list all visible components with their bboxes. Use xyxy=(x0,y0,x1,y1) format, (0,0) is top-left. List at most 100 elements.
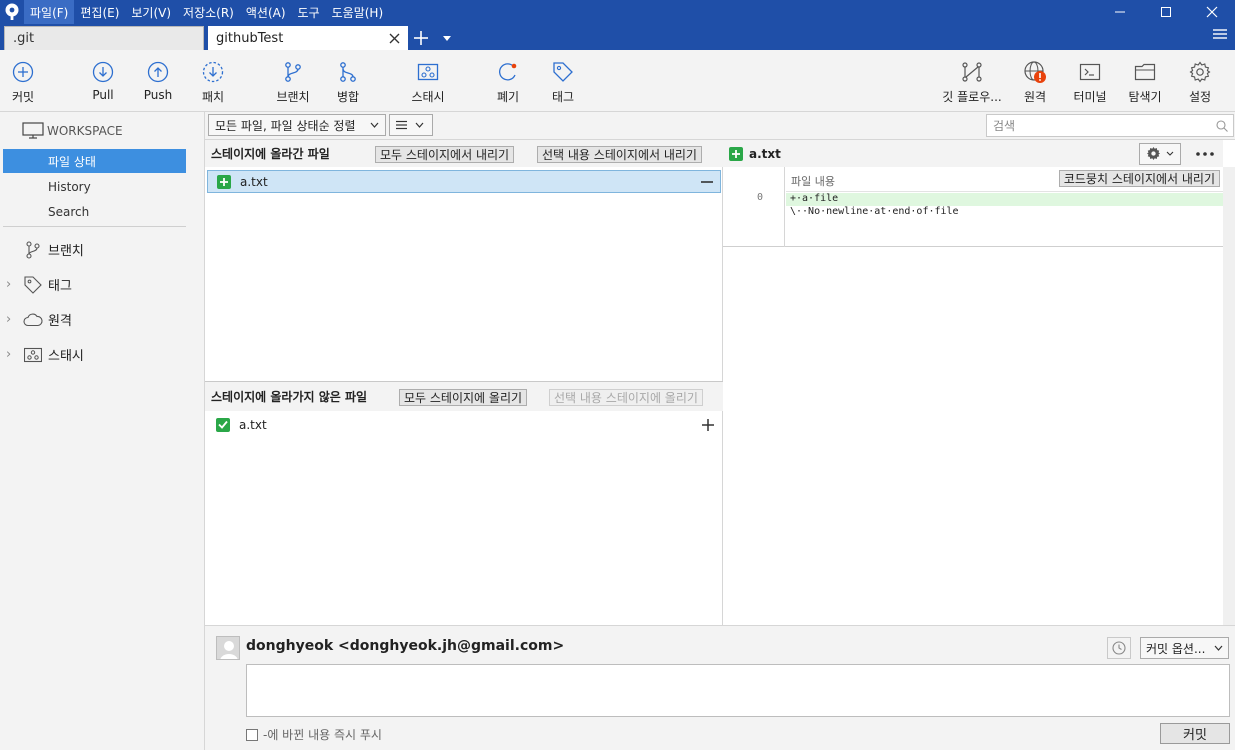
unstaged-title: 스테이지에 올라가지 않은 파일 xyxy=(211,390,368,404)
unstage-file-button[interactable] xyxy=(700,175,714,189)
tab-githubtest[interactable]: githubTest xyxy=(208,26,408,50)
close-tab-icon[interactable] xyxy=(389,33,400,44)
sidebar-item-search[interactable]: Search xyxy=(48,205,89,219)
remote-label: 원격 xyxy=(1023,90,1047,104)
pull-icon xyxy=(91,60,115,84)
explorer-button[interactable]: 탐색기 xyxy=(1115,60,1175,105)
unstage-hunk-button[interactable]: 코드뭉치 스테이지에서 내리기 xyxy=(1058,170,1220,187)
sidebar-group-label: 스태시 xyxy=(48,349,84,364)
commit-toolbar-button[interactable]: 커밋 xyxy=(0,60,53,105)
staged-file-row[interactable]: a.txt xyxy=(207,170,721,193)
hamburger-menu-button[interactable] xyxy=(1213,28,1227,43)
more-options-icon[interactable] xyxy=(1195,151,1215,156)
settings-button[interactable]: 설정 xyxy=(1170,60,1230,105)
tag-icon xyxy=(551,60,575,84)
sort-dropdown[interactable]: 모든 파일, 파일 상태순 정렬 xyxy=(208,114,386,136)
chevron-right-icon: › xyxy=(6,347,12,362)
branch-icon xyxy=(22,240,44,259)
sidebar-group-remotes[interactable]: › 원격 xyxy=(6,310,72,329)
menu-edit[interactable]: 편집(E) xyxy=(74,0,125,24)
commit-icon xyxy=(11,60,35,84)
sidebar-item-file-status[interactable]: 파일 상태 xyxy=(3,149,186,173)
commit-button[interactable]: 커밋 xyxy=(1160,723,1230,744)
menu-help[interactable]: 도움말(H) xyxy=(326,0,390,24)
maximize-icon xyxy=(1161,7,1171,17)
commit-message-input[interactable] xyxy=(246,664,1230,717)
maximize-button[interactable] xyxy=(1143,0,1189,24)
new-tab-button[interactable] xyxy=(408,26,434,50)
remote-button[interactable]: 원격 xyxy=(1005,60,1065,105)
clock-icon xyxy=(1112,641,1126,655)
tag-label: 태그 xyxy=(551,90,575,104)
sidebar-group-branches[interactable]: 브랜치 xyxy=(6,240,84,259)
added-icon xyxy=(729,146,743,161)
sidebar-item-label: 파일 상태 xyxy=(48,154,96,169)
gitflow-icon xyxy=(960,60,984,84)
menu-repository[interactable]: 저장소(R) xyxy=(177,0,240,24)
unstaged-file-row[interactable]: a.txt xyxy=(207,413,721,436)
commit-options-label: 커밋 옵션... xyxy=(1146,641,1206,656)
hunk-header-label: 파일 내용 xyxy=(791,175,835,188)
minimize-button[interactable] xyxy=(1097,0,1143,24)
stash-button[interactable]: 스태시 xyxy=(398,60,458,105)
sidebar-item-history[interactable]: History xyxy=(48,180,91,194)
search-input[interactable]: 검색 xyxy=(986,114,1234,137)
sidebar-group-stashes[interactable]: › 스태시 xyxy=(6,345,84,364)
fetch-button[interactable]: 패치 xyxy=(183,60,243,105)
title-bar: 파일(F) 편집(E) 보기(V) 저장소(R) 액션(A) 도구 도움말(H) xyxy=(0,0,1235,24)
hamburger-icon xyxy=(1213,29,1227,39)
sidebar-group-tags[interactable]: › 태그 xyxy=(6,275,72,294)
merge-icon xyxy=(336,60,360,84)
menu-file[interactable]: 파일(F) xyxy=(24,0,75,24)
terminal-button[interactable]: 터미널 xyxy=(1060,60,1120,105)
avatar xyxy=(216,636,240,660)
discard-label: 폐기 xyxy=(496,90,520,104)
stage-selected-button[interactable]: 선택 내용 스테이지에 올리기 xyxy=(549,389,703,406)
menu-view[interactable]: 보기(V) xyxy=(125,0,177,24)
branch-button[interactable]: 브랜치 xyxy=(263,60,323,105)
menu-actions[interactable]: 액션(A) xyxy=(240,0,292,24)
tab-label: githubTest xyxy=(216,30,284,46)
search-placeholder: 검색 xyxy=(993,119,1016,133)
unstage-all-button[interactable]: 모두 스테이지에서 내리기 xyxy=(375,146,515,163)
commit-history-button[interactable] xyxy=(1107,637,1131,659)
pull-button[interactable]: Pull xyxy=(73,60,133,102)
filter-bar: 모든 파일, 파일 상태순 정렬 검색 xyxy=(205,112,1235,140)
sidebar: WORKSPACE 파일 상태 History Search 브랜치 › 태그 … xyxy=(0,112,205,750)
chevron-down-icon xyxy=(370,122,379,128)
commit-options-dropdown[interactable]: 커밋 옵션... xyxy=(1140,637,1229,659)
menu-tools[interactable]: 도구 xyxy=(292,0,326,24)
user-icon xyxy=(220,641,238,659)
push-immediately-checkbox[interactable]: -에 바뀐 내용 즉시 푸시 xyxy=(246,726,382,743)
gitflow-button[interactable]: 깃 플로우... xyxy=(942,60,1002,105)
tag-button[interactable]: 태그 xyxy=(533,60,593,105)
minimize-icon xyxy=(1115,11,1125,13)
stage-file-button[interactable] xyxy=(701,418,715,432)
close-icon xyxy=(1206,6,1218,18)
diff-settings-dropdown[interactable] xyxy=(1139,142,1181,165)
merge-button[interactable]: 병합 xyxy=(318,60,378,105)
stage-all-button[interactable]: 모두 스테이지에 올리기 xyxy=(399,389,528,406)
chevron-down-icon xyxy=(1214,645,1223,651)
diff-filename: a.txt xyxy=(749,146,781,161)
push-button[interactable]: Push xyxy=(128,60,188,102)
minus-icon xyxy=(701,180,713,183)
close-window-button[interactable] xyxy=(1189,0,1235,24)
file-name: a.txt xyxy=(239,417,267,432)
tab-list-button[interactable] xyxy=(434,26,460,50)
discard-button[interactable]: 폐기 xyxy=(478,60,538,105)
diff-scrollbar[interactable] xyxy=(1223,167,1235,625)
checkbox[interactable] xyxy=(246,728,258,741)
view-mode-dropdown[interactable] xyxy=(389,114,433,136)
checkbox-checked-icon[interactable] xyxy=(216,417,230,432)
staged-title: 스테이지에 올라간 파일 xyxy=(211,147,330,161)
workspace-header: WORKSPACE xyxy=(22,122,123,139)
diff-hunk: 0 파일 내용 코드뭉치 스테이지에서 내리기 +·a·file \··No·n… xyxy=(723,167,1223,247)
monitor-icon xyxy=(22,122,44,139)
chevron-right-icon: › xyxy=(6,312,12,327)
terminal-label: 터미널 xyxy=(1073,90,1107,104)
branch-icon xyxy=(281,60,305,84)
diff-line-added: +·a·file xyxy=(786,193,1223,206)
tab-git[interactable]: .git xyxy=(4,26,204,50)
unstage-selected-button[interactable]: 선택 내용 스테이지에서 내리기 xyxy=(537,146,702,163)
